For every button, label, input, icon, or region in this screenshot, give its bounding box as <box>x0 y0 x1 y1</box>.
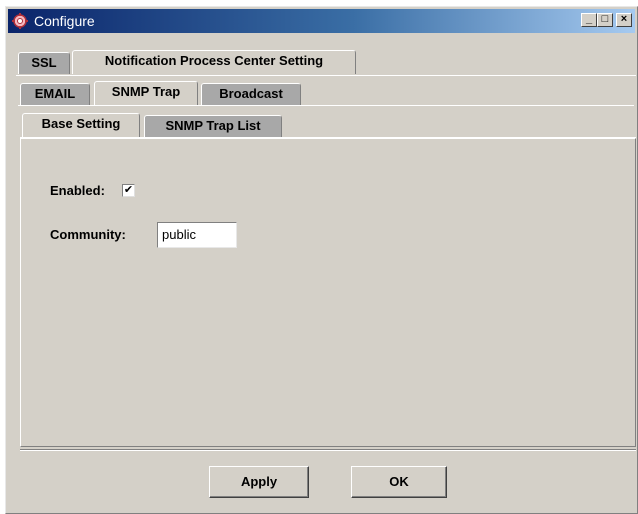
enabled-label: Enabled: <box>50 183 105 198</box>
tab-ssl[interactable]: SSL <box>18 52 70 74</box>
close-icon: × <box>620 13 628 25</box>
apply-button[interactable]: Apply <box>209 466 309 498</box>
community-label: Community: <box>50 227 126 242</box>
configure-window: Configure _ □ × SSL Notification Process… <box>5 6 638 514</box>
maximize-icon: □ <box>601 13 609 25</box>
tab-base-setting[interactable]: Base Setting <box>22 113 140 137</box>
tab-strip-divider-1 <box>16 75 636 76</box>
tab-snmp-trap[interactable]: SNMP Trap <box>94 81 198 105</box>
ok-button[interactable]: OK <box>351 466 447 498</box>
close-button[interactable]: × <box>616 13 632 27</box>
check-icon: ✔ <box>123 184 134 196</box>
minimize-button[interactable]: _ <box>581 13 597 27</box>
window-title: Configure <box>34 13 95 29</box>
community-input[interactable]: public <box>157 222 237 248</box>
app-gear-icon <box>12 13 28 29</box>
tab-broadcast[interactable]: Broadcast <box>201 83 301 105</box>
tab-notification-process-center-setting[interactable]: Notification Process Center Setting <box>72 50 356 74</box>
tab-email[interactable]: EMAIL <box>20 83 90 105</box>
title-bar[interactable]: Configure _ □ × <box>8 9 635 33</box>
maximize-button[interactable]: □ <box>597 13 613 27</box>
tab-strip-divider-2 <box>18 105 634 106</box>
enabled-checkbox[interactable]: ✔ <box>122 184 135 197</box>
tab-snmp-trap-list[interactable]: SNMP Trap List <box>144 115 282 137</box>
minimize-icon: _ <box>585 13 593 25</box>
base-setting-panel: Enabled: ✔ Community: public <box>20 138 636 447</box>
bottom-separator-light <box>20 450 636 451</box>
